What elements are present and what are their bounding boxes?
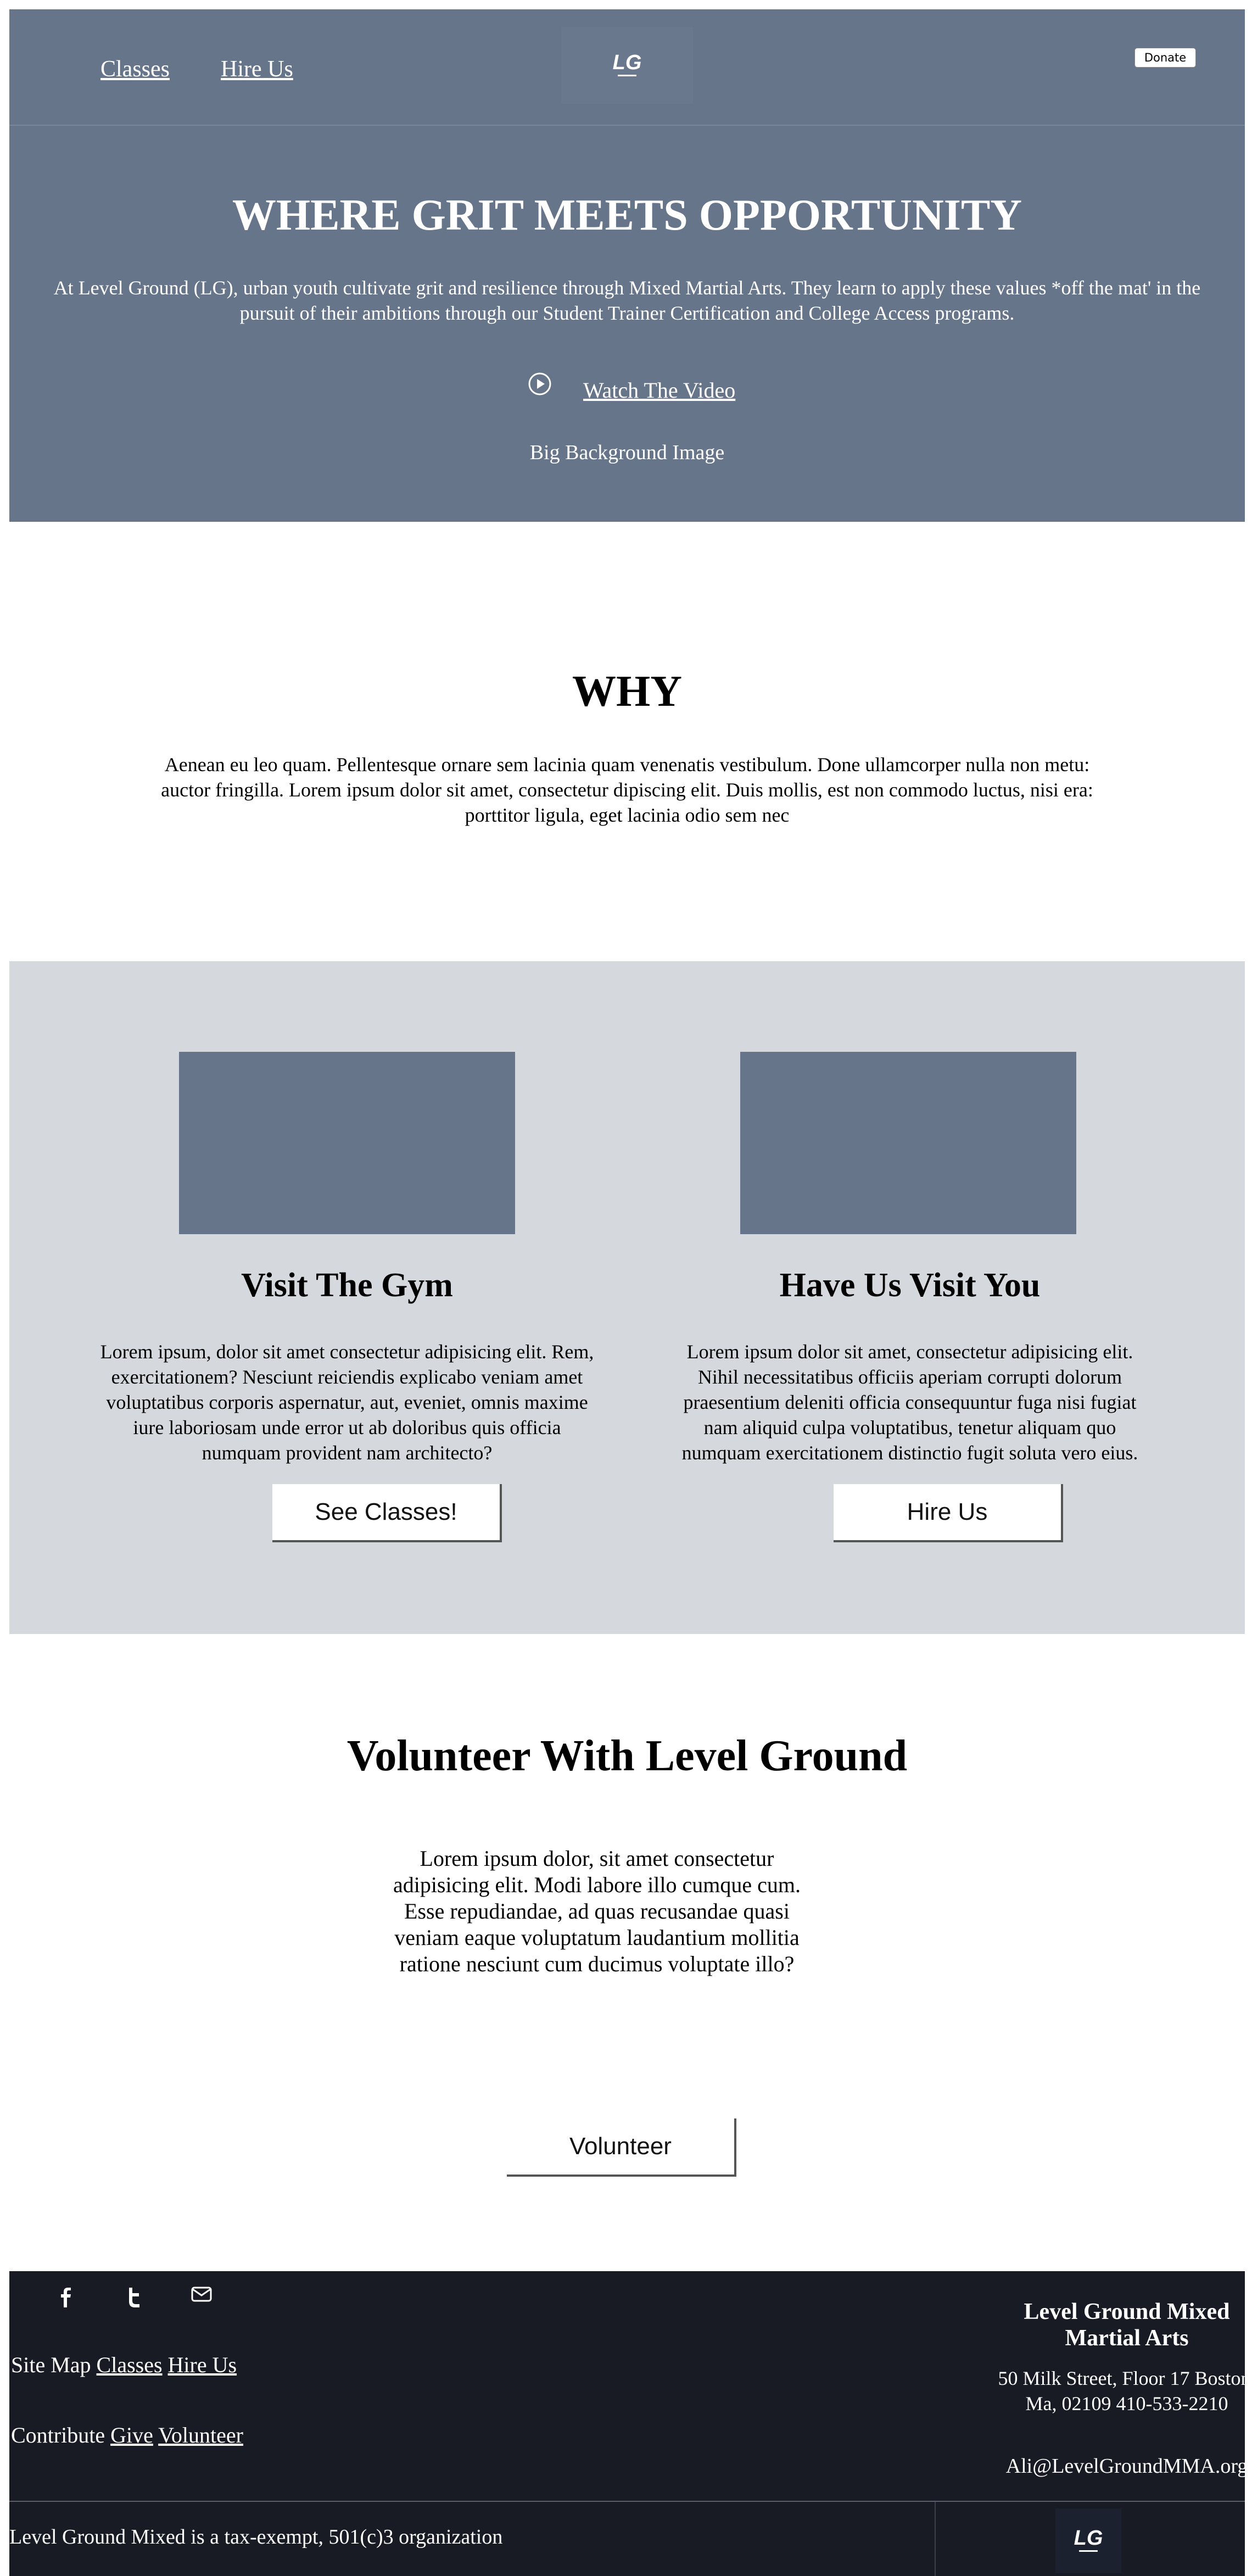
footer-classes-link[interactable]: Classes	[97, 2352, 163, 2377]
facebook-icon[interactable]	[58, 2285, 74, 2311]
tax-exempt-note: Level Ground Mixed is a tax-exempt, 501(…	[9, 2525, 503, 2549]
why-title: WHY	[572, 667, 682, 716]
org-email[interactable]: Ali@LevelGroundMMA.org	[992, 2454, 1252, 2478]
site-map-label: Site Map	[11, 2352, 91, 2377]
logo-mark-icon: LG	[613, 51, 642, 76]
card-title-visit-gym: Visit The Gym	[241, 1267, 453, 1304]
hire-us-button[interactable]: Hire Us	[834, 1484, 1063, 1542]
footer-vertical-divider	[935, 2502, 936, 2576]
visit-you-image	[740, 1052, 1076, 1234]
hero-divider	[9, 125, 1245, 126]
cards-section: Visit The Gym Lorem ipsum, dolor sit ame…	[9, 961, 1245, 1634]
volunteer-title: Volunteer With Level Ground	[346, 1732, 908, 1780]
footer-logo[interactable]: LG	[1055, 2508, 1121, 2573]
donate-button[interactable]: Donate	[1134, 48, 1196, 68]
volunteer-button[interactable]: Volunteer	[507, 2118, 736, 2177]
footer-hire-us-link[interactable]: Hire Us	[168, 2352, 237, 2377]
why-description: Aenean eu leo quam. Pellentesque ornare …	[161, 754, 1093, 826]
play-circle-icon[interactable]	[528, 372, 552, 399]
email-icon[interactable]	[191, 2285, 213, 2306]
hero-description: At Level Ground (LG), urban youth cultiv…	[53, 277, 1201, 324]
nav-hire-us-link[interactable]: Hire Us	[221, 56, 293, 82]
twitter-icon[interactable]	[125, 2285, 143, 2311]
org-name: Level Ground Mixed Martial Arts	[1024, 2299, 1230, 2351]
see-classes-button[interactable]: See Classes!	[272, 1484, 502, 1542]
logo[interactable]: LG	[561, 27, 693, 104]
footer-row-contribute: Contribute Give Volunteer	[11, 2422, 243, 2448]
gym-image	[179, 1052, 515, 1234]
background-image-caption: Big Background Image	[529, 441, 725, 464]
footer-volunteer-link[interactable]: Volunteer	[158, 2423, 243, 2447]
contribute-label: Contribute	[11, 2423, 105, 2447]
hero-section: Classes Hire Us LG Donate WHERE GRIT MEE…	[9, 9, 1245, 522]
footer-logo-text: LG	[1074, 2527, 1103, 2550]
card-title-visit-you: Have Us Visit You	[779, 1267, 1041, 1304]
org-address: 50 Milk Street, Floor 17 Boston, Ma, 021…	[998, 2367, 1252, 2415]
footer-logo-mark-icon: LG	[1074, 2527, 1103, 2552]
footer-give-link[interactable]: Give	[110, 2423, 153, 2447]
footer: Site Map Classes Hire Us Contribute Give…	[9, 2271, 1252, 2576]
card-body-visit-gym: Lorem ipsum, dolor sit amet consectetur …	[100, 1341, 594, 1464]
nav-classes-link[interactable]: Classes	[100, 56, 170, 82]
logo-text: LG	[613, 51, 642, 74]
card-body-visit-you: Lorem ipsum dolor sit amet, consectetur …	[681, 1341, 1138, 1464]
footer-row-sitemap: Site Map Classes Hire Us	[11, 2352, 237, 2378]
footer-divider	[9, 2501, 1245, 2502]
watch-video-link[interactable]: Watch The Video	[583, 377, 735, 403]
hero-title: WHERE GRIT MEETS OPPORTUNITY	[232, 191, 1022, 239]
volunteer-description: Lorem ipsum dolor, sit amet consectetur …	[393, 1846, 801, 1976]
